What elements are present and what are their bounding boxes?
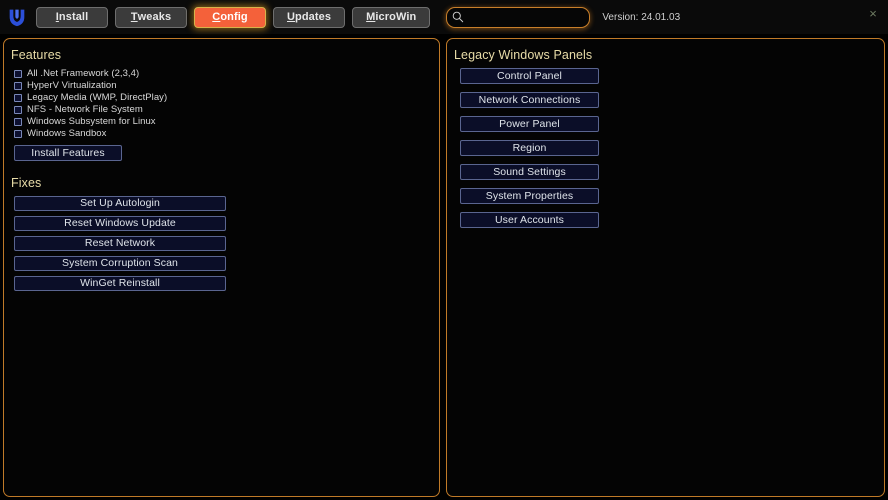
network-connections-button[interactable]: Network Connections xyxy=(460,92,599,108)
left-panel: Features All .Net Framework (2,3,4) Hype… xyxy=(3,38,440,497)
checkbox-label: Windows Subsystem for Linux xyxy=(27,116,156,128)
tab-install[interactable]: Install xyxy=(36,6,108,28)
main-tab-bar: Install Tweaks Config Updates MicroWin xyxy=(36,6,431,28)
checkbox-label: NFS - Network File System xyxy=(27,104,143,116)
tab-install-label: nstall xyxy=(58,11,89,23)
fixes-heading: Fixes xyxy=(11,175,42,190)
search-input[interactable] xyxy=(446,6,591,28)
search-box xyxy=(446,6,591,28)
tab-tweaks-label: weaks xyxy=(137,11,172,23)
checkbox-box[interactable] xyxy=(14,105,22,114)
checkbox-windows-sandbox[interactable]: Windows Sandbox xyxy=(11,128,432,140)
sound-settings-button[interactable]: Sound Settings xyxy=(460,164,599,180)
system-corruption-scan-button[interactable]: System Corruption Scan xyxy=(14,255,226,271)
checkbox-box[interactable] xyxy=(14,93,22,102)
tab-updates-accel: U xyxy=(287,11,296,23)
version-label: Version: 24.01.03 xyxy=(602,11,681,23)
fixes-button-list: Set Up Autologin Reset Windows Update Re… xyxy=(11,195,432,291)
title-bar: Install Tweaks Config Updates MicroWin V… xyxy=(0,0,888,34)
checkbox-hyperv-virtualization[interactable]: HyperV Virtualization xyxy=(11,80,432,92)
winutil-shield-icon xyxy=(4,4,30,30)
tab-microwin-label: icroWin xyxy=(375,11,417,23)
tab-microwin-accel: M xyxy=(366,11,376,23)
checkbox-box[interactable] xyxy=(14,81,22,90)
tab-microwin[interactable]: MicroWin xyxy=(352,6,431,28)
winget-reinstall-button[interactable]: WinGet Reinstall xyxy=(14,275,226,291)
control-panel-button[interactable]: Control Panel xyxy=(460,68,599,84)
tab-tweaks-accel: T xyxy=(130,11,138,23)
tab-config-accel: C xyxy=(212,11,221,23)
legacy-windows-panels-heading: Legacy Windows Panels xyxy=(454,48,593,62)
tab-config-label: onfig xyxy=(220,11,248,23)
close-icon[interactable]: × xyxy=(864,5,882,21)
tab-config[interactable]: Config xyxy=(194,6,266,28)
legacy-panels-button-list: Control Panel Network Connections Power … xyxy=(454,68,877,228)
tab-tweaks[interactable]: Tweaks xyxy=(115,6,187,28)
checkbox-label: All .Net Framework (2,3,4) xyxy=(27,68,140,80)
checkbox-legacy-media[interactable]: Legacy Media (WMP, DirectPlay) xyxy=(11,92,432,104)
checkbox-label: Windows Sandbox xyxy=(27,128,107,140)
checkbox-all-net-framework[interactable]: All .Net Framework (2,3,4) xyxy=(11,68,432,80)
checkbox-box[interactable] xyxy=(14,69,22,78)
reset-windows-update-button[interactable]: Reset Windows Update xyxy=(14,215,226,231)
checkbox-windows-subsystem-for-linux[interactable]: Windows Subsystem for Linux xyxy=(11,116,432,128)
user-accounts-button[interactable]: User Accounts xyxy=(460,212,599,228)
region-button[interactable]: Region xyxy=(460,140,599,156)
tab-updates-label: pdates xyxy=(295,11,332,23)
features-checkbox-list: All .Net Framework (2,3,4) HyperV Virtua… xyxy=(11,68,432,140)
power-panel-button[interactable]: Power Panel xyxy=(460,116,599,132)
install-features-button[interactable]: Install Features xyxy=(14,144,122,161)
system-properties-button[interactable]: System Properties xyxy=(460,188,599,204)
checkbox-nfs-network-file-system[interactable]: NFS - Network File System xyxy=(11,104,432,116)
reset-network-button[interactable]: Reset Network xyxy=(14,235,226,251)
checkbox-box[interactable] xyxy=(14,129,22,138)
right-panel: Legacy Windows Panels Control Panel Netw… xyxy=(446,38,885,497)
tab-updates[interactable]: Updates xyxy=(273,6,346,28)
features-heading: Features xyxy=(11,48,62,62)
checkbox-box[interactable] xyxy=(14,117,22,126)
checkbox-label: Legacy Media (WMP, DirectPlay) xyxy=(27,92,168,104)
set-up-autologin-button[interactable]: Set Up Autologin xyxy=(14,195,226,211)
checkbox-label: HyperV Virtualization xyxy=(27,80,117,92)
